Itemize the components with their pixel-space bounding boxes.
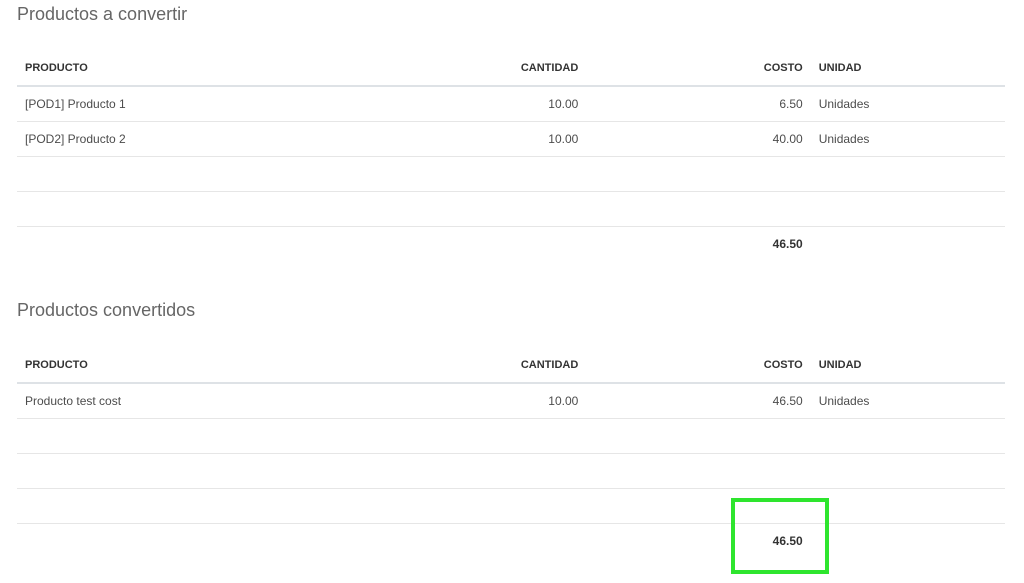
cell-cost: 46.50 (586, 383, 811, 419)
column-header-unit[interactable]: UNIDAD (810, 51, 1005, 87)
total-row: 46.50 (17, 524, 1005, 559)
table-row[interactable]: Producto test cost 10.00 46.50 Unidades (17, 383, 1005, 419)
empty-row (17, 488, 1005, 524)
converted-products-table: PRODUCTO CANTIDAD COSTO UNIDAD Producto … (17, 348, 1005, 558)
cell-unit: Unidades (810, 383, 1005, 419)
products-to-convert-table: PRODUCTO CANTIDAD COSTO UNIDAD [POD1] Pr… (17, 51, 1005, 261)
page: Productos a convertir PRODUCTO CANTIDAD … (0, 0, 1024, 583)
cell-cost: 6.50 (586, 86, 811, 122)
column-header-quantity[interactable]: CANTIDAD (458, 348, 587, 384)
table-row[interactable]: [POD1] Producto 1 10.00 6.50 Unidades (17, 86, 1005, 122)
table-header-row: PRODUCTO CANTIDAD COSTO UNIDAD (17, 51, 1005, 87)
table-header-row: PRODUCTO CANTIDAD COSTO UNIDAD (17, 348, 1005, 384)
empty-row (17, 418, 1005, 454)
total-row: 46.50 (17, 227, 1005, 262)
column-header-product[interactable]: PRODUCTO (17, 348, 459, 384)
table-row[interactable]: [POD2] Producto 2 10.00 40.00 Unidades (17, 121, 1005, 157)
cell-product: Producto test cost (17, 383, 459, 419)
empty-row (17, 191, 1005, 227)
column-header-unit[interactable]: UNIDAD (810, 348, 1005, 384)
cell-quantity: 10.00 (458, 121, 587, 157)
cell-unit: Unidades (810, 121, 1005, 157)
cell-product: [POD1] Producto 1 (17, 86, 459, 122)
column-header-cost[interactable]: COSTO (586, 51, 811, 87)
cell-cost: 40.00 (586, 121, 811, 157)
total-cost: 46.50 (772, 237, 803, 251)
column-header-product[interactable]: PRODUCTO (17, 51, 459, 87)
column-header-quantity[interactable]: CANTIDAD (458, 51, 587, 87)
section-title-to-convert: Productos a convertir (17, 4, 188, 24)
empty-row (17, 156, 1005, 192)
section-title-converted: Productos convertidos (17, 300, 196, 320)
cell-product: [POD2] Producto 2 (17, 121, 459, 157)
cell-quantity: 10.00 (458, 86, 587, 122)
empty-row (17, 453, 1005, 489)
cell-unit: Unidades (810, 86, 1005, 122)
column-header-cost[interactable]: COSTO (586, 348, 811, 384)
converted-total-cost: 46.50 (772, 534, 803, 548)
cell-quantity: 10.00 (458, 383, 587, 419)
